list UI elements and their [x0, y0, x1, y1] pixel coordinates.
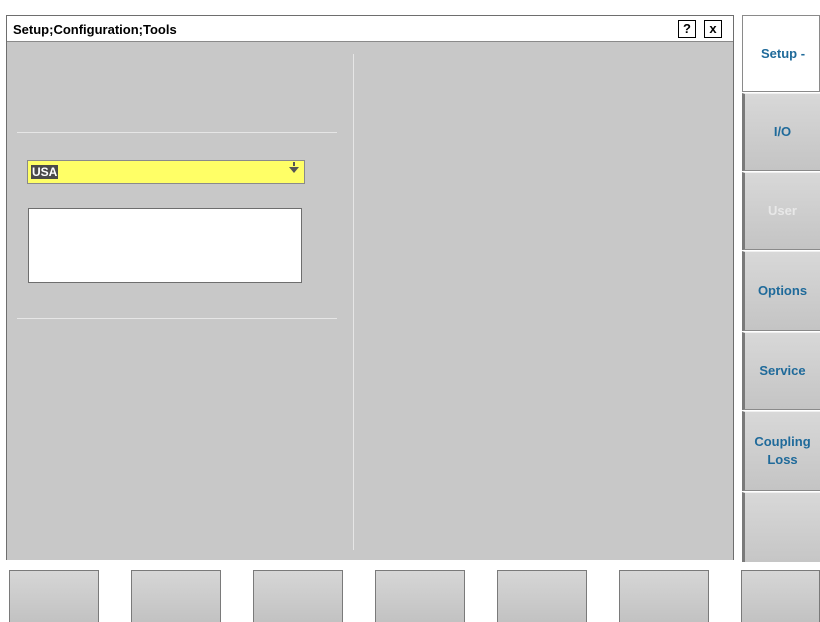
bottom-softkey-bar — [0, 562, 820, 622]
country-select-value: USA — [31, 165, 59, 179]
bottom-softkey-3[interactable] — [253, 570, 343, 622]
softkey-setup[interactable]: Setup - — [742, 15, 820, 92]
bottom-softkey-7[interactable] — [741, 570, 820, 622]
column-divider — [353, 54, 354, 550]
bottom-softkey-2[interactable] — [131, 570, 221, 622]
softkey-empty[interactable] — [742, 492, 820, 570]
country-select[interactable]: USA — [27, 160, 305, 184]
close-button[interactable]: x — [704, 20, 722, 38]
softkey-io[interactable]: I/O — [742, 93, 820, 171]
setup-dialog: Setup;Configuration;Tools ? x USA — [6, 15, 734, 560]
softkey-coupling-loss[interactable]: Coupling Loss — [742, 411, 820, 491]
bottom-softkey-1[interactable] — [9, 570, 99, 622]
softkey-options[interactable]: Options — [742, 251, 820, 331]
instrument-screen: Setup;Configuration;Tools ? x USA Setup … — [0, 0, 820, 622]
dialog-content: USA — [7, 42, 733, 560]
bottom-softkey-4[interactable] — [375, 570, 465, 622]
divider-top — [17, 132, 337, 133]
divider-bottom — [17, 318, 337, 319]
arrow-down-icon[interactable] — [289, 162, 299, 173]
dialog-titlebar: Setup;Configuration;Tools ? x — [7, 16, 733, 42]
softkey-service[interactable]: Service — [742, 332, 820, 410]
dialog-title: Setup;Configuration;Tools — [13, 22, 177, 37]
bottom-softkey-6[interactable] — [619, 570, 709, 622]
help-button[interactable]: ? — [678, 20, 696, 38]
info-text-box[interactable] — [28, 208, 302, 283]
right-softkey-panel: Setup - I/O User Options Service Couplin… — [742, 15, 820, 585]
bottom-softkey-5[interactable] — [497, 570, 587, 622]
softkey-user[interactable]: User — [742, 172, 820, 250]
